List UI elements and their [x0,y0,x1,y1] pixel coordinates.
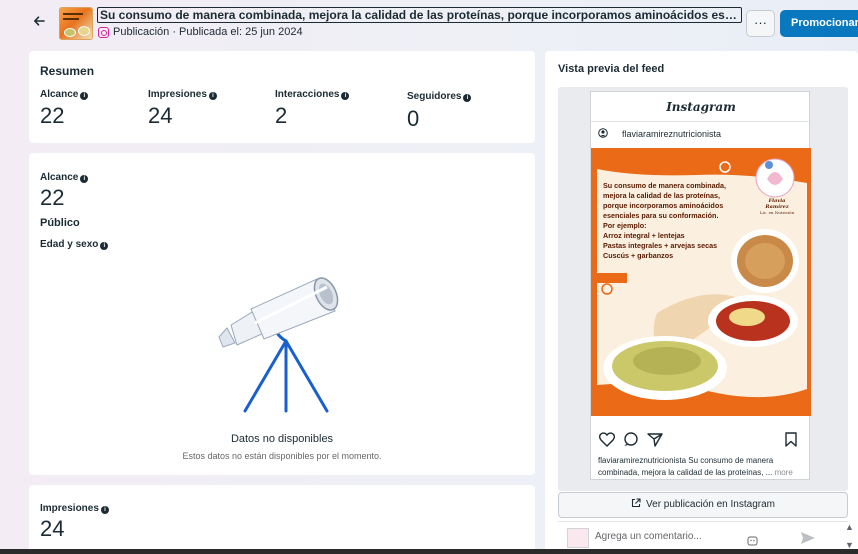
impressions-label: Impresiones i [40,503,109,514]
metric-interactions-label: Interacciones i [275,89,350,100]
post-image-text: Su consumo de manera combinada, mejora l… [603,181,727,260]
instagram-logo: Instagram [666,100,736,114]
metric-followers-label: Seguidores i [407,91,472,102]
telescope-illustration [218,277,339,413]
info-icon[interactable]: i [341,92,350,100]
back-button[interactable] [33,14,49,30]
post-meta: Publicación · Publicada el: 25 jun 2024 [98,26,303,38]
top-bar: Su consumo de manera combinada, mejora l… [0,0,858,46]
reach-card: Alcance i 22 Público Edad y sexo i Datos n… [29,153,535,475]
post-action-icons [598,432,663,450]
arrow-left-icon [34,16,45,26]
impressions-value: 24 [40,516,65,541]
comment-input[interactable]: Agrega un comentario... [595,531,702,542]
summary-card: Resumen Alcance i 22 Impresiones i 24 Inte… [29,51,535,143]
reach-label: Alcance i [40,172,89,183]
instagram-icon [98,26,109,38]
info-icon[interactable]: i [208,92,217,100]
metric-followers-value: 0 [407,106,420,131]
metric-impressions-value: 24 [148,103,173,128]
post-logo-text: Flavia Ramírez Lic. en Nutrición [759,198,795,215]
external-link-icon [631,498,641,508]
view-on-instagram-button[interactable]: Ver publicación en Instagram [558,492,848,518]
feed-preview-card: Vista previa del feed Instagram flaviara… [545,51,858,554]
info-icon[interactable]: i [100,506,109,514]
reach-value: 22 [40,185,65,210]
heart-icon[interactable] [598,432,616,450]
empty-state-title: Datos no disponibles [230,433,334,445]
promote-button[interactable]: Promocionar [780,10,858,37]
post-caption: flaviaramireznutricionista Su consumo de… [598,456,793,477]
age-gender-label: Edad y sexo i [40,239,109,250]
scroll-up-icon[interactable]: ▲ [845,522,854,532]
bookmark-icon[interactable] [785,432,797,450]
user-icon [598,128,608,140]
avatar [567,528,589,548]
share-icon[interactable] [647,433,663,450]
post-meta-text: Publicación · Publicada el: 25 jun 2024 [113,26,303,38]
post-username[interactable]: flaviaramireznutricionista [622,129,721,139]
feed-preview-title: Vista previa del feed [558,63,665,75]
metric-interactions-value: 2 [275,103,288,128]
metric-impressions-label: Impresiones i [148,89,217,100]
more-options-button[interactable]: ··· [746,10,775,37]
post-image: Su consumo de manera combinada, mejora l… [591,148,811,416]
info-icon[interactable]: i [463,94,472,102]
audience-heading: Público [40,217,80,229]
empty-state-subtitle: Estos datos no están disponibles por el … [182,451,382,461]
metric-reach-value: 22 [40,103,65,128]
info-icon[interactable]: i [80,175,89,183]
info-icon[interactable]: i [100,242,109,250]
post-thumbnail [59,7,93,40]
caption-more-link[interactable]: more [775,468,793,477]
metric-reach-label: Alcance i [40,89,89,100]
summary-title: Resumen [40,64,95,78]
info-icon[interactable]: i [80,92,89,100]
impressions-card: Impresiones i 24 [29,485,535,554]
comment-icon[interactable] [623,432,639,450]
send-icon[interactable] [800,531,816,548]
instagram-post-frame: Instagram flaviaramireznutricionista Su … [590,91,811,480]
taskbar-strip [0,549,858,554]
post-title: Su consumo de manera combinada, mejora l… [97,7,742,23]
feed-preview-area: Instagram flaviaramireznutricionista Su … [558,87,848,491]
emoji-icon[interactable] [747,536,758,550]
